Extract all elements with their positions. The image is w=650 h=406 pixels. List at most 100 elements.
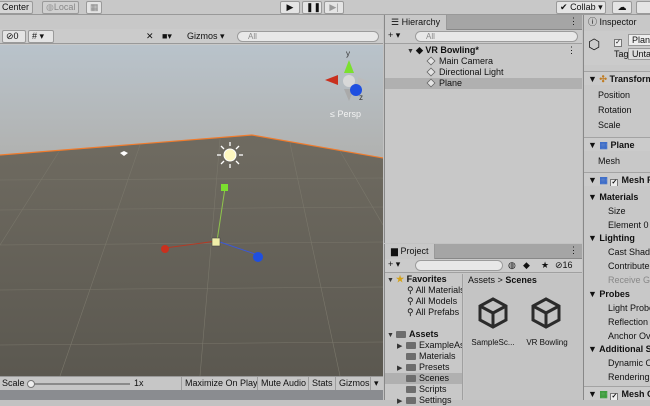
lighting-foldout[interactable]: ▼ Lighting	[584, 231, 650, 245]
folder-item[interactable]: Materials	[385, 351, 462, 362]
favorite-item[interactable]: ⚲ All Models	[385, 296, 462, 307]
pivot-local-toggle[interactable]: ◍Local	[42, 1, 80, 14]
gizmos-dropdown[interactable]: Gizmos ▾	[187, 31, 225, 42]
folder-item[interactable]: ▶ Settings	[385, 395, 462, 406]
scene-visibility-button[interactable]: ⊘0	[2, 30, 26, 43]
tools-icon[interactable]: ✕	[146, 31, 154, 42]
stats-button[interactable]: Stats	[308, 377, 336, 390]
hierarchy-item-label: Plane	[439, 78, 463, 88]
more-options-icon[interactable]: ⋮	[569, 16, 578, 27]
play-button[interactable]: ▶	[280, 1, 300, 14]
pivot-center-toggle[interactable]: Center	[0, 1, 34, 14]
mesh-renderer-label: Mesh Renderer	[621, 175, 650, 185]
expand-arrow-icon: ▼	[387, 277, 394, 284]
search-placeholder: All	[248, 32, 257, 41]
checkbox-icon[interactable]: ✓	[610, 393, 619, 400]
object-name-value: Plane	[632, 35, 650, 45]
pause-button[interactable]: ❚❚	[302, 1, 322, 14]
y-axis-handle[interactable]	[221, 184, 228, 191]
mute-audio-button[interactable]: Mute Audio	[257, 377, 309, 390]
unity-scene-asset-icon[interactable]	[476, 296, 510, 330]
project-tabbar: ▆ Project ⋮	[385, 244, 582, 259]
active-toggle[interactable]: ✓	[614, 35, 625, 47]
scene-options-icon[interactable]: ⋮	[567, 45, 576, 56]
create-dropdown[interactable]: + ▾	[388, 30, 400, 41]
scene-search-input[interactable]: All	[237, 31, 379, 42]
maximize-on-play-button[interactable]: Maximize On Play	[181, 377, 261, 390]
folder-item[interactable]: Scripts	[385, 384, 462, 395]
hierarchy-search-input[interactable]: All	[415, 31, 578, 42]
object-name-field[interactable]: Plane	[628, 34, 650, 46]
account-dropdown[interactable]	[636, 1, 650, 14]
hierarchy-item-selected[interactable]: Plane	[385, 78, 582, 89]
eye-off-icon: ⊘	[6, 31, 14, 41]
breadcrumb-scenes[interactable]: Scenes	[505, 275, 537, 285]
breadcrumb-separator: >	[497, 275, 503, 285]
favorite-label: All Prefabs	[415, 307, 460, 317]
tab-hierarchy[interactable]: ☰ Hierarchy	[385, 15, 448, 30]
ground-plane[interactable]	[0, 135, 383, 376]
folder-label: Scenes	[419, 373, 450, 383]
additional-settings-foldout[interactable]: ▼ Additional Settings	[584, 342, 650, 356]
collab-dropdown[interactable]: ✔ Collab ▾	[556, 1, 606, 14]
favorite-item[interactable]: ⚲ All Prefabs	[385, 307, 462, 318]
mesh-filter-component-header[interactable]: ▼ ▦ Plane	[584, 137, 650, 151]
scale-slider-thumb[interactable]	[27, 380, 35, 388]
additional-settings-label: Additional Settings	[599, 344, 650, 354]
unity-scene-asset-icon[interactable]	[529, 296, 563, 330]
hierarchy-panel: ☰ Hierarchy ⋮ + ▾ All ▼ ◆ VR Bowling* ⋮ Ma…	[384, 15, 582, 243]
scale-slider[interactable]	[27, 380, 130, 388]
persp-label[interactable]: ≤ Persp	[330, 109, 361, 119]
step-button[interactable]: ▶|	[324, 1, 344, 14]
tag-dropdown[interactable]: Untagged	[628, 48, 650, 60]
checkbox-icon[interactable]: ✓	[610, 179, 619, 186]
inspector-panel: ⓘ Inspector ⬡ ✓ Plane Tag Untagged ▼ ✣ T…	[583, 15, 650, 400]
favorites-item[interactable]: ▼ ★ Favorites	[385, 274, 462, 285]
grid-toggle-button[interactable]: # ▾	[28, 30, 54, 43]
hidden-packages-toggle[interactable]: ⊘16	[555, 260, 573, 271]
tab-project[interactable]: ▆ Project	[385, 244, 436, 259]
play-icon: ▶	[286, 2, 294, 12]
folder-item[interactable]: ▶ Presets	[385, 362, 462, 373]
materials-foldout[interactable]: ▼ Materials	[584, 190, 650, 204]
status-gizmos-dropdown[interactable]: ▾	[370, 377, 383, 390]
gizmos-label: Gizmos	[187, 31, 218, 41]
filter-label-icon[interactable]: ◆	[523, 260, 530, 271]
hierarchy-item[interactable]: Main Camera	[385, 56, 582, 67]
cloud-button[interactable]: ☁	[612, 1, 632, 14]
folder-item[interactable]: ▶ ExampleAss	[385, 340, 462, 351]
mute-label: Mute Audio	[261, 378, 307, 388]
project-search-input[interactable]	[415, 260, 503, 271]
gameobject-icon	[426, 56, 436, 66]
more-options-icon[interactable]: ⋮	[569, 245, 578, 256]
transform-component-header[interactable]: ▼ ✣ Transform	[584, 71, 650, 85]
tab-inspector[interactable]: ⓘ Inspector	[584, 15, 650, 30]
filter-type-icon[interactable]: ◍	[508, 260, 516, 271]
center-handle[interactable]	[211, 237, 221, 247]
create-dropdown[interactable]: + ▾	[388, 259, 400, 270]
breadcrumb-assets[interactable]: Assets	[468, 275, 495, 285]
scene-viewport[interactable]: y z ≤ Persp	[0, 45, 383, 376]
project-tab-label: Project	[400, 246, 429, 256]
z-axis-handle[interactable]	[253, 252, 263, 262]
inspector-header: ⬡ ✓ Plane Tag Untagged	[584, 31, 650, 65]
expand-arrow-icon: ▼	[407, 48, 414, 55]
mesh-renderer-component-header[interactable]: ▼ ▦ ✓Mesh Renderer	[584, 172, 650, 186]
grid-snap-button[interactable]: ▦	[86, 1, 102, 14]
star-icon: ★	[396, 274, 405, 284]
x-axis-handle[interactable]	[161, 245, 169, 253]
folder-item-selected[interactable]: Scenes	[385, 373, 462, 384]
folder-icon: ▆	[391, 246, 398, 256]
status-gizmos-button[interactable]: Gizmos	[335, 377, 373, 390]
camera-icon[interactable]: ■▾	[162, 31, 172, 42]
asset-label: SampleSc...	[471, 338, 515, 347]
favorite-item[interactable]: ⚲ All Materials	[385, 285, 462, 296]
assets-root-item[interactable]: ▼ Assets	[385, 329, 462, 340]
scene-root-label: VR Bowling*	[425, 45, 479, 55]
folder-icon	[406, 386, 416, 393]
probes-foldout[interactable]: ▼ Probes	[584, 287, 650, 301]
mesh-collider-component-header[interactable]: ▼ ▦ ✓Mesh Collider	[584, 386, 650, 400]
scene-root-item[interactable]: ▼ ◆ VR Bowling* ⋮	[385, 45, 582, 56]
favorite-star-icon[interactable]: ★	[541, 260, 549, 271]
hierarchy-item[interactable]: Directional Light	[385, 67, 582, 78]
